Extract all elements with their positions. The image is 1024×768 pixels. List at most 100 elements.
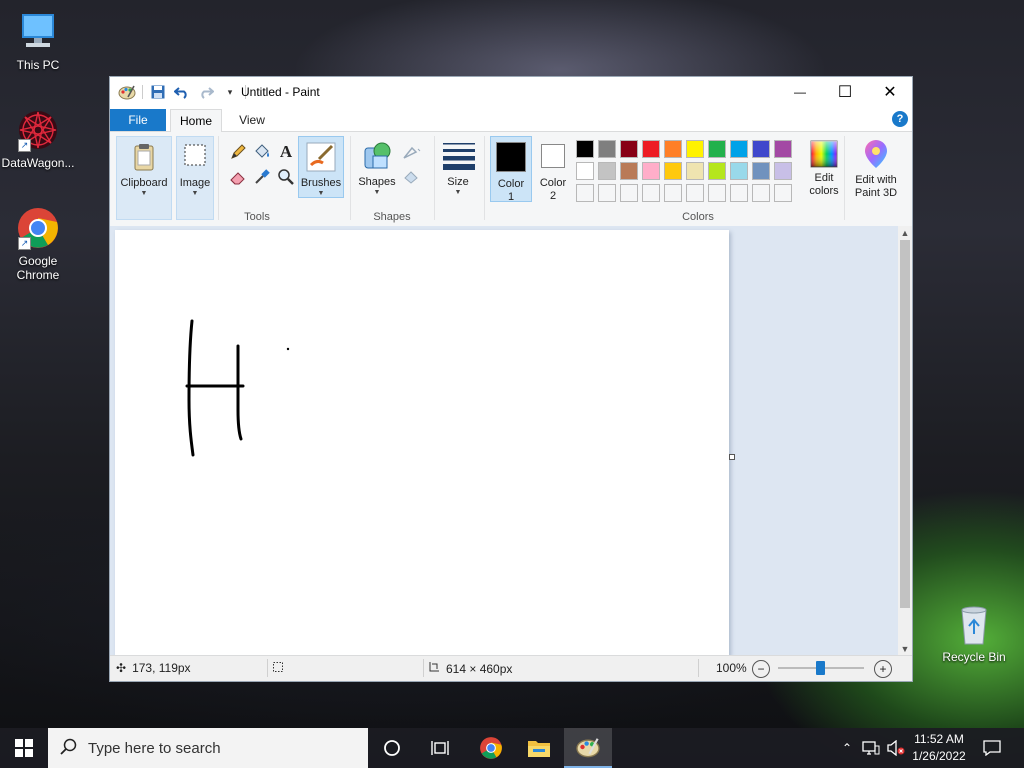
fill-bucket-icon[interactable] — [252, 142, 272, 162]
color1-button[interactable]: Color 1 — [490, 136, 532, 203]
image-button[interactable]: Image ▼ — [176, 136, 214, 220]
palette-swatch[interactable] — [664, 140, 682, 158]
palette-swatch[interactable] — [620, 162, 638, 180]
customize-qat-chevron-down-icon[interactable]: ▾ — [221, 83, 239, 101]
maximize-button[interactable]: ☐ — [822, 77, 868, 107]
color-picker-icon[interactable] — [252, 167, 272, 187]
edit-colors-line1: Edit — [814, 172, 834, 184]
edit-with-paint3d-button[interactable]: Edit with Paint 3D — [846, 136, 906, 216]
cortana-button[interactable] — [372, 728, 412, 768]
taskbar-file-explorer-button[interactable] — [518, 728, 560, 768]
pencil-icon[interactable] — [228, 142, 248, 162]
ribbon-divider — [484, 136, 485, 220]
palette-swatch[interactable] — [752, 162, 770, 180]
palette-swatch[interactable] — [686, 184, 704, 202]
volume-muted-icon[interactable] — [884, 728, 908, 768]
action-center-button[interactable] — [976, 728, 1008, 768]
clipboard-label: Clipboard — [120, 177, 168, 189]
minimize-button[interactable]: — — [777, 77, 823, 107]
taskbar-chrome-button[interactable] — [470, 728, 512, 768]
paint-app-icon[interactable] — [118, 83, 136, 101]
palette-swatch[interactable] — [664, 184, 682, 202]
text-tool-icon[interactable]: A — [276, 142, 296, 162]
clock-date[interactable]: 1/26/2022 — [910, 749, 968, 763]
palette-swatch[interactable] — [708, 184, 726, 202]
palette-swatch[interactable] — [576, 140, 594, 158]
drawing-canvas[interactable] — [115, 230, 729, 656]
clock-time[interactable]: 11:52 AM — [910, 732, 968, 746]
desktop-icon-chrome[interactable]: ↗ Google Chrome — [0, 206, 76, 282]
palette-swatch[interactable] — [598, 140, 616, 158]
palette-swatch[interactable] — [642, 162, 660, 180]
zoom-in-icon[interactable]: + — [874, 660, 892, 678]
zoom-slider-thumb[interactable] — [816, 661, 825, 675]
palette-swatch[interactable] — [708, 140, 726, 158]
fill-icon[interactable] — [402, 166, 422, 186]
network-icon[interactable] — [860, 728, 882, 768]
palette-swatch[interactable] — [730, 162, 748, 180]
palette-swatch[interactable] — [620, 140, 638, 158]
palette-swatch[interactable] — [686, 140, 704, 158]
palette-swatch[interactable] — [730, 184, 748, 202]
palette-swatch[interactable] — [774, 140, 792, 158]
chevron-down-icon: ▼ — [191, 190, 199, 197]
save-icon[interactable] — [149, 83, 167, 101]
taskbar-paint-button[interactable] — [564, 728, 612, 768]
selection-size — [272, 661, 290, 676]
show-hidden-icons-chevron-up-icon[interactable]: ⌃ — [838, 728, 856, 768]
shapes-button[interactable]: Shapes ▼ — [354, 136, 400, 216]
start-button[interactable] — [0, 728, 48, 768]
palette-swatch[interactable] — [774, 184, 792, 202]
color2-swatch — [541, 144, 565, 168]
tab-view[interactable]: View — [230, 109, 274, 131]
eraser-icon[interactable] — [228, 167, 248, 187]
taskbar-search-box[interactable]: Type here to search — [48, 728, 368, 768]
canvas-resize-handle-right[interactable] — [729, 454, 735, 460]
outline-icon[interactable] — [402, 142, 422, 162]
tab-file[interactable]: File — [110, 109, 166, 131]
paint3d-icon — [861, 140, 891, 170]
help-icon[interactable]: ? — [892, 111, 908, 127]
close-button[interactable]: ✕ — [867, 77, 913, 107]
palette-swatch[interactable] — [730, 140, 748, 158]
vertical-scrollbar[interactable]: ▲ ▼ — [898, 226, 912, 656]
palette-swatch[interactable] — [686, 162, 704, 180]
palette-swatch[interactable] — [576, 184, 594, 202]
shortcut-arrow-icon: ↗ — [18, 237, 31, 250]
zoom-out-icon[interactable]: − — [752, 660, 770, 678]
palette-swatch[interactable] — [752, 140, 770, 158]
clipboard-button[interactable]: Clipboard ▼ — [116, 136, 172, 220]
scrollbar-thumb[interactable] — [900, 240, 910, 608]
palette-swatch[interactable] — [664, 162, 682, 180]
desktop-icon-this-pc[interactable]: This PC — [0, 10, 76, 72]
color-palette — [576, 132, 796, 212]
tools-group: A Tools — [220, 132, 294, 226]
scroll-up-icon[interactable]: ▲ — [898, 226, 912, 240]
edit-colors-line2: colors — [809, 185, 839, 197]
scroll-down-icon[interactable]: ▼ — [898, 642, 912, 656]
desktop-icon-label: DataWagon... — [1, 156, 75, 170]
palette-swatch[interactable] — [774, 162, 792, 180]
palette-swatch[interactable] — [598, 162, 616, 180]
palette-swatch[interactable] — [620, 184, 638, 202]
palette-swatch[interactable] — [642, 184, 660, 202]
canvas-workspace[interactable] — [110, 226, 898, 656]
undo-icon[interactable] — [173, 83, 191, 101]
magnifier-icon[interactable] — [276, 167, 296, 187]
tab-home[interactable]: Home — [170, 109, 222, 132]
desktop-icon-datawagon[interactable]: ↗ DataWagon... — [0, 108, 76, 170]
palette-swatch[interactable] — [708, 162, 726, 180]
edit-colors-button[interactable]: Edit colors — [798, 136, 850, 216]
task-view-button[interactable] — [420, 728, 460, 768]
palette-swatch[interactable] — [752, 184, 770, 202]
palette-swatch[interactable] — [642, 140, 660, 158]
desktop-icon-recycle-bin[interactable]: Recycle Bin — [936, 602, 1012, 664]
title-bar[interactable]: ▾ Untitled - Paint — ☐ ✕ — [110, 77, 912, 107]
brushes-button[interactable]: Brushes ▼ — [298, 136, 344, 198]
status-divider — [423, 659, 424, 677]
color2-button[interactable]: Color 2 — [534, 136, 572, 202]
size-button[interactable]: Size ▼ — [436, 136, 480, 216]
palette-swatch[interactable] — [598, 184, 616, 202]
redo-icon[interactable] — [197, 83, 215, 101]
palette-swatch[interactable] — [576, 162, 594, 180]
